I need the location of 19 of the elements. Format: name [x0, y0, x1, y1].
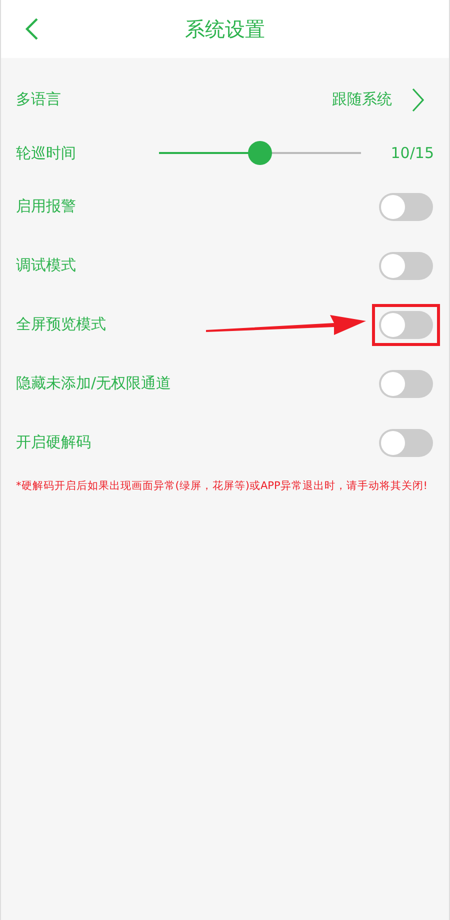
slider-thumb[interactable]	[248, 141, 272, 165]
toggle-switch[interactable]	[379, 428, 433, 456]
toggle-switch[interactable]	[379, 310, 433, 338]
back-icon[interactable]	[25, 17, 39, 41]
setting-label: 调试模式	[16, 256, 77, 275]
setting-label: 启用报警	[16, 197, 77, 216]
setting-label: 开启硬解码	[16, 433, 92, 452]
warning-note: *硬解码开启后如果出现画面异常(绿屏，花屏等)或APP异常退出时，请手动将其关闭!	[16, 479, 428, 494]
setting-label: 全屏预览模式	[16, 315, 107, 334]
chevron-icon[interactable]	[412, 88, 424, 112]
setting-value[interactable]: 跟随系统	[332, 90, 392, 109]
page-title: 系统设置	[185, 16, 265, 42]
setting-label: 轮巡时间	[16, 144, 77, 162]
toggle-switch[interactable]	[379, 252, 433, 280]
toggle-switch[interactable]	[379, 192, 433, 220]
setting-label: 多语言	[16, 90, 62, 109]
slider-reading: 10/15	[390, 144, 434, 162]
toggle-switch[interactable]	[379, 370, 433, 398]
setting-label: 隐藏未添加/无权限通道	[16, 374, 172, 393]
